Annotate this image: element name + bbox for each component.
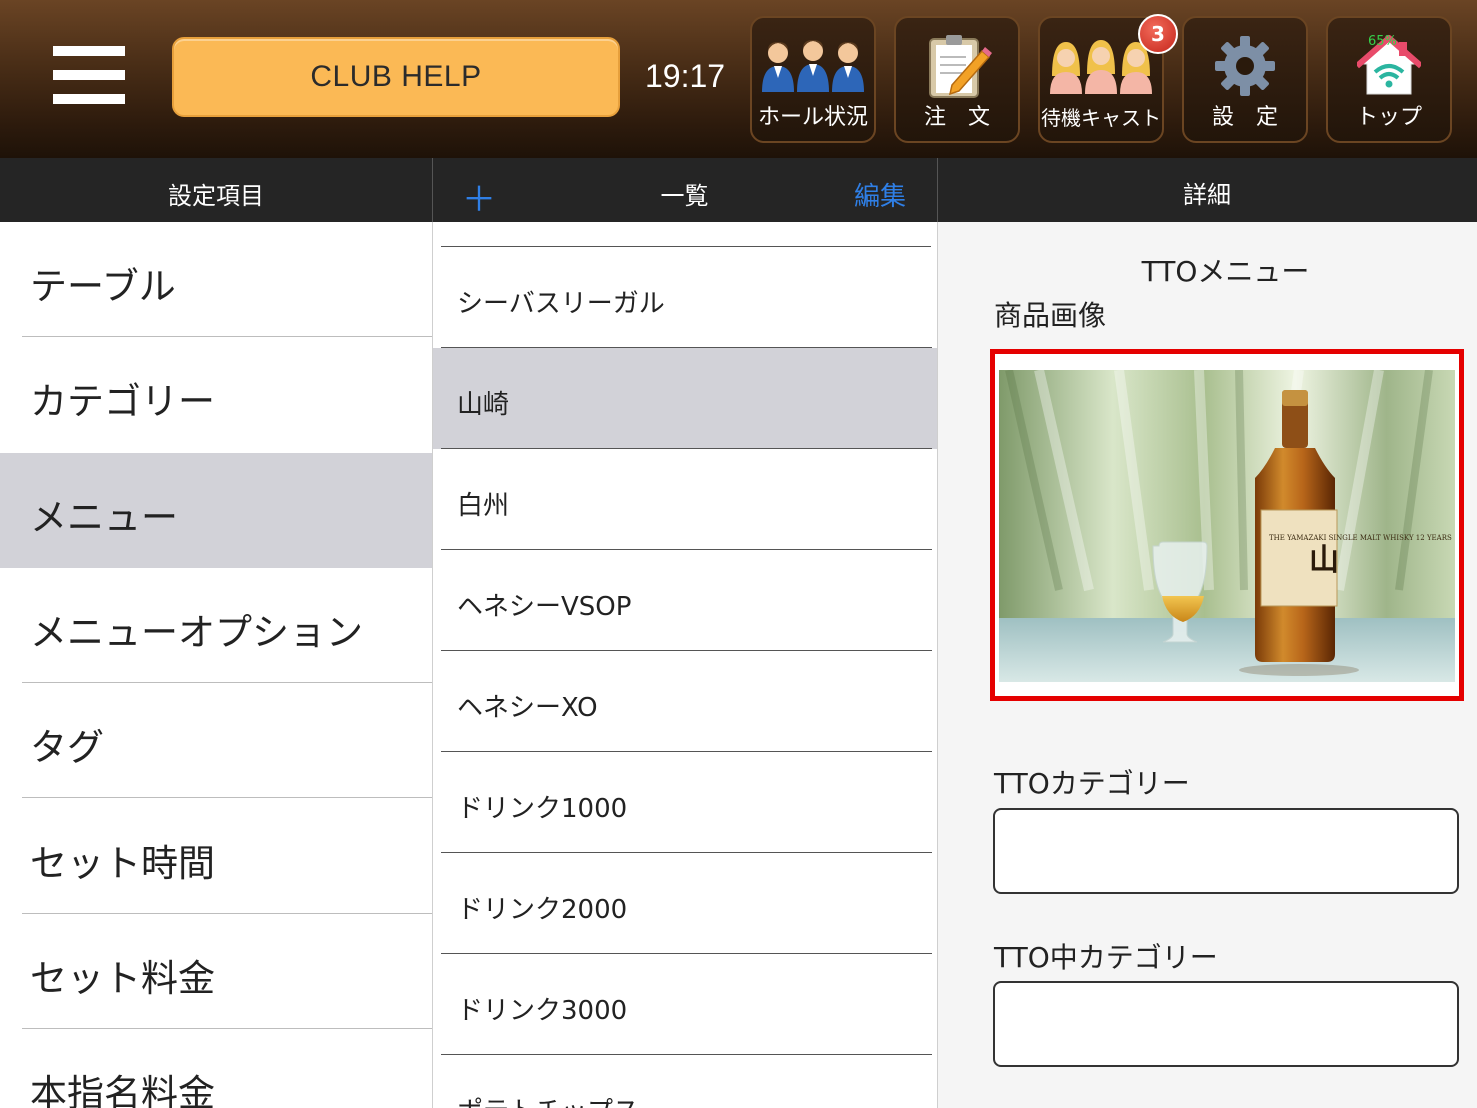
list-item[interactable]: ヘネシーVSOP — [433, 550, 937, 651]
settings-item-label: タグ — [30, 726, 104, 769]
list-item-label: 白州 — [457, 491, 510, 521]
list-item-label: シーバスリーガル — [457, 289, 665, 319]
list-item[interactable]: ヘネシーXO — [433, 651, 937, 752]
tto-mid-category-label: TTO中カテゴリー — [994, 941, 1218, 974]
product-image-label: 商品画像 — [994, 299, 1107, 332]
list-item[interactable]: ドリンク2000 — [433, 853, 937, 954]
settings-list: テーブル カテゴリー メニュー メニューオプション タグ セット時間 セット料金… — [0, 222, 432, 1108]
list-item-label: ドリンク3000 — [457, 996, 628, 1026]
staff-group-icon — [752, 30, 874, 102]
column-header-bar: 設定項目 ＋ 一覧 編集 詳細 — [0, 158, 1477, 222]
settings-item-tag[interactable]: タグ — [0, 683, 432, 798]
clock: 19:17 — [645, 58, 726, 94]
tto-category-field[interactable] — [993, 808, 1459, 894]
list-item[interactable]: 白州 — [433, 449, 937, 550]
detail-panel: TTOメニュー 商品画像 THE YAMAZAKI SINGLE MALT WH… — [937, 222, 1477, 1108]
settings-item-label: 本指名料金 — [30, 1072, 215, 1108]
list-item[interactable]: ドリンク3000 — [433, 954, 937, 1055]
tto-mid-category-field[interactable] — [993, 981, 1459, 1067]
settings-item-menu-option[interactable]: メニューオプション — [0, 568, 432, 683]
top-label: トップ — [1355, 105, 1422, 130]
settings-item-label: メニューオプション — [30, 611, 363, 654]
settings-label: 設 定 — [1211, 105, 1278, 130]
settings-column-title: 設定項目 — [168, 182, 264, 210]
menu-list: シーバスリーガル 山崎 白州 ヘネシーVSOP ヘネシーXO ドリンク1000 … — [432, 222, 937, 1108]
club-help-button[interactable]: CLUB HELP — [172, 37, 620, 117]
settings-item-label: セット料金 — [30, 957, 215, 1000]
battery-level: 65% — [1368, 34, 1397, 49]
list-item-label: ヘネシーXO — [457, 693, 598, 723]
top-header: CLUB HELP 19:17 ホール状況 注 文 待機キャスト 3 設 定 6… — [0, 0, 1477, 158]
hall-status-button[interactable]: ホール状況 — [750, 16, 876, 143]
product-image[interactable]: THE YAMAZAKI SINGLE MALT WHISKY 12 YEARS… — [990, 349, 1464, 701]
settings-item-set-time[interactable]: セット時間 — [0, 799, 432, 914]
tto-category-label: TTOカテゴリー — [994, 767, 1190, 800]
gear-icon — [1184, 30, 1306, 102]
settings-button[interactable]: 設 定 — [1182, 16, 1308, 143]
waiting-cast-label: 待機キャスト — [1041, 106, 1161, 130]
detail-section-title: TTOメニュー — [1141, 255, 1310, 288]
edit-button[interactable]: 編集 — [854, 176, 906, 213]
top-home-button[interactable]: 65% トップ — [1326, 16, 1452, 143]
settings-item-nomination-fee[interactable]: 本指名料金 — [0, 1029, 432, 1108]
settings-item-table[interactable]: テーブル — [0, 222, 432, 337]
settings-item-set-price[interactable]: セット料金 — [0, 914, 432, 1029]
settings-item-category[interactable]: カテゴリー — [0, 337, 432, 452]
list-item-label: 山崎 — [457, 390, 510, 420]
hall-status-label: ホール状況 — [757, 105, 868, 130]
waiting-cast-button[interactable]: 待機キャスト 3 — [1038, 14, 1178, 143]
waiting-cast-count-badge: 3 — [1138, 14, 1178, 54]
list-item-label: ドリンク2000 — [457, 895, 628, 925]
list-item-label: ヘネシーVSOP — [457, 592, 632, 622]
list-item-selected[interactable]: 山崎 — [433, 348, 937, 449]
list-item[interactable]: ポテトチップス — [433, 1055, 937, 1108]
bottle-label-text: THE YAMAZAKI SINGLE MALT WHISKY 12 YEARS — [1269, 534, 1452, 542]
detail-column-title: 詳細 — [1183, 181, 1231, 209]
whisky-bottle-photo: THE YAMAZAKI SINGLE MALT WHISKY 12 YEARS… — [999, 370, 1455, 682]
settings-item-label: セット時間 — [30, 842, 215, 885]
list-item-label: ドリンク1000 — [457, 794, 628, 824]
settings-item-label: カテゴリー — [30, 380, 215, 423]
hamburger-menu-icon[interactable] — [53, 46, 125, 106]
order-button[interactable]: 注 文 — [894, 16, 1020, 143]
list-item[interactable]: ドリンク1000 — [433, 752, 937, 853]
list-item-label: ポテトチップス — [457, 1091, 639, 1108]
settings-item-label: テーブル — [30, 265, 176, 308]
settings-item-menu[interactable]: メニュー — [0, 453, 432, 568]
order-label: 注 文 — [923, 105, 990, 130]
order-clipboard-icon — [896, 30, 1018, 102]
settings-item-label: メニュー — [30, 496, 178, 539]
svg-text:山: 山 — [1309, 543, 1339, 578]
list-item[interactable]: シーバスリーガル — [433, 247, 937, 348]
